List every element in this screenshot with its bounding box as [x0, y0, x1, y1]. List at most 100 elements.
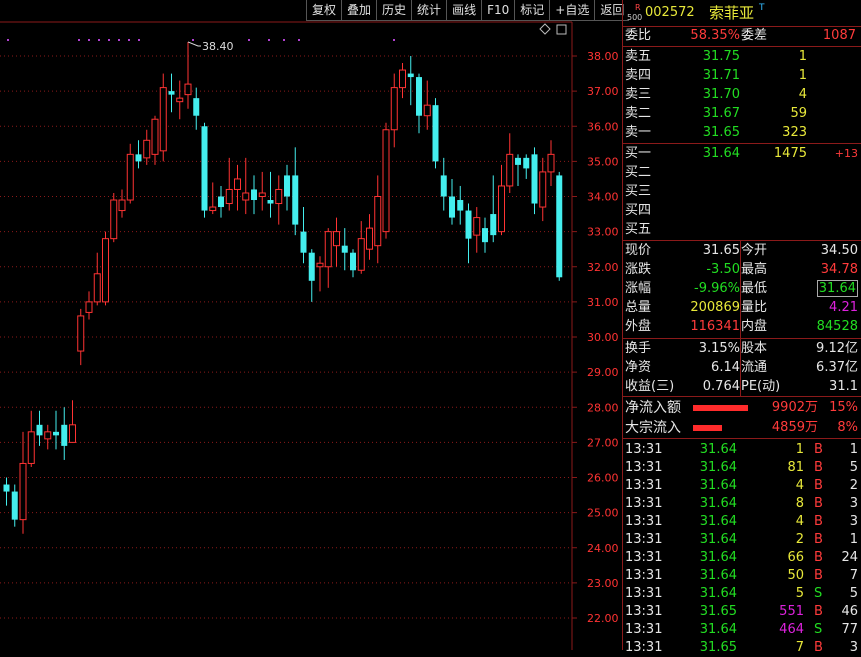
candle — [143, 129, 151, 165]
tick-side: B — [814, 460, 823, 475]
tick-price: 31.64 — [699, 460, 737, 475]
tick-time: 13:31 — [625, 550, 663, 565]
tick-count: 5 — [849, 460, 858, 475]
candle-body — [118, 199, 126, 212]
ask-price: 31.67 — [702, 106, 740, 121]
candle-body — [300, 231, 307, 253]
toolbar-button-6[interactable]: 标记 — [514, 0, 550, 21]
candle — [110, 192, 118, 243]
candle-body — [374, 196, 382, 247]
price-tick-label: 37.00 — [587, 85, 619, 98]
trade-tick-row: 13:31 31.64 464 S 77 — [623, 621, 861, 639]
fund-label: PE(动) — [741, 379, 781, 394]
quote-label: 内盘 — [741, 319, 768, 334]
candle-body — [3, 484, 10, 492]
quote-label: 现价 — [625, 243, 652, 258]
candle-body — [390, 87, 398, 131]
tick-side: B — [814, 604, 823, 619]
toolbar-button-5[interactable]: F10 — [481, 0, 515, 21]
toolbar-button-7[interactable]: +自选 — [549, 0, 595, 21]
toolbar-button-4[interactable]: 画线 — [446, 0, 482, 21]
candlestick-chart[interactable]: 38.00 37.00 36.00 35.00 34.00 33.00 32.00 31.00… — [0, 0, 621, 650]
quote-value: -3.50 — [706, 262, 740, 277]
candle — [61, 407, 68, 460]
candle — [184, 41, 192, 109]
candle-body — [350, 252, 356, 271]
price-tick-label: 22.00 — [587, 612, 619, 625]
candle-body — [531, 154, 538, 204]
signal-dot — [128, 39, 130, 41]
price-tick-label: 34.00 — [587, 191, 619, 204]
bid-label: 买三 — [625, 184, 652, 199]
candle — [135, 140, 142, 169]
candle — [556, 171, 563, 281]
high-pointer — [187, 41, 201, 47]
flow-percent: 8% — [837, 420, 858, 435]
toolbar-button-0[interactable]: 复权 — [306, 0, 342, 21]
candle-body — [168, 91, 175, 95]
tick-time: 13:31 — [625, 604, 663, 619]
quote-value: 34.50 — [820, 243, 858, 258]
toolbar-button-1[interactable]: 叠加 — [341, 0, 377, 21]
candle-body — [27, 431, 35, 464]
candle — [102, 231, 109, 306]
candle-body — [225, 188, 233, 205]
price-tick-label: 26.00 — [587, 472, 619, 485]
candle — [151, 115, 159, 165]
candle — [449, 178, 455, 225]
candle — [366, 214, 373, 260]
tick-side: B — [814, 478, 823, 493]
ask-price: 31.65 — [702, 125, 740, 140]
candle — [3, 477, 10, 506]
fund-label: 流通 — [741, 360, 768, 375]
candle — [19, 431, 27, 534]
tick-time: 13:31 — [625, 568, 663, 583]
quote-label: 总量 — [625, 300, 652, 315]
candle — [93, 252, 101, 306]
flow-label: 净流入额 — [625, 400, 681, 416]
candle — [399, 63, 406, 99]
toolbar-button-2[interactable]: 历史 — [376, 0, 412, 21]
ask-label: 卖五 — [625, 49, 652, 64]
toolbar-button-3[interactable]: 统计 — [411, 0, 447, 21]
tick-price: 31.65 — [699, 640, 737, 655]
tick-volume: 5 — [795, 586, 804, 601]
bid-label: 买五 — [625, 222, 652, 237]
price-tick-label: 32.00 — [587, 261, 619, 274]
candle — [382, 122, 390, 239]
candle — [292, 147, 299, 236]
flow-bar — [693, 405, 748, 411]
diamond-icon — [539, 23, 551, 35]
quote-label: 涨跌 — [625, 262, 652, 277]
flow-row: 大宗流入 4859万 8% — [623, 419, 861, 437]
trade-tick-row: 13:31 31.65 7 B 3 — [623, 639, 861, 657]
candle — [498, 164, 505, 236]
tick-price: 31.64 — [699, 514, 737, 529]
tick-side: B — [814, 442, 823, 457]
trade-tick-row: 13:31 31.64 81 B 5 — [623, 459, 861, 477]
trade-tick-row: 13:31 31.64 8 B 3 — [623, 495, 861, 513]
candle-body — [93, 273, 101, 303]
candle — [374, 175, 382, 264]
candle-body — [242, 192, 250, 201]
candle-body — [423, 104, 431, 117]
candle-body — [143, 139, 151, 159]
candle — [267, 171, 274, 218]
quote-panel: R 500 002572 索菲亚 T 委比 58.35% 委差 1087 卖五 31.75 1 卖四 31… — [622, 0, 861, 655]
stock-header: R 500 002572 索菲亚 T — [623, 2, 861, 24]
candle-body — [324, 231, 332, 268]
candle-body — [556, 175, 563, 278]
candle-body — [357, 238, 365, 271]
tick-price: 31.64 — [699, 478, 737, 493]
candle-body — [126, 153, 134, 201]
tick-volume: 2 — [795, 532, 804, 547]
price-tick-label: 27.00 — [587, 436, 619, 449]
candle-body — [457, 200, 464, 211]
candle-body — [61, 424, 68, 446]
quote-label: 最高 — [741, 262, 768, 277]
high-price-label: 38.40 — [202, 40, 234, 53]
candle — [506, 133, 514, 193]
candle-body — [473, 217, 481, 236]
quote-label: 最低 — [741, 281, 768, 296]
tick-count: 77 — [841, 622, 858, 637]
